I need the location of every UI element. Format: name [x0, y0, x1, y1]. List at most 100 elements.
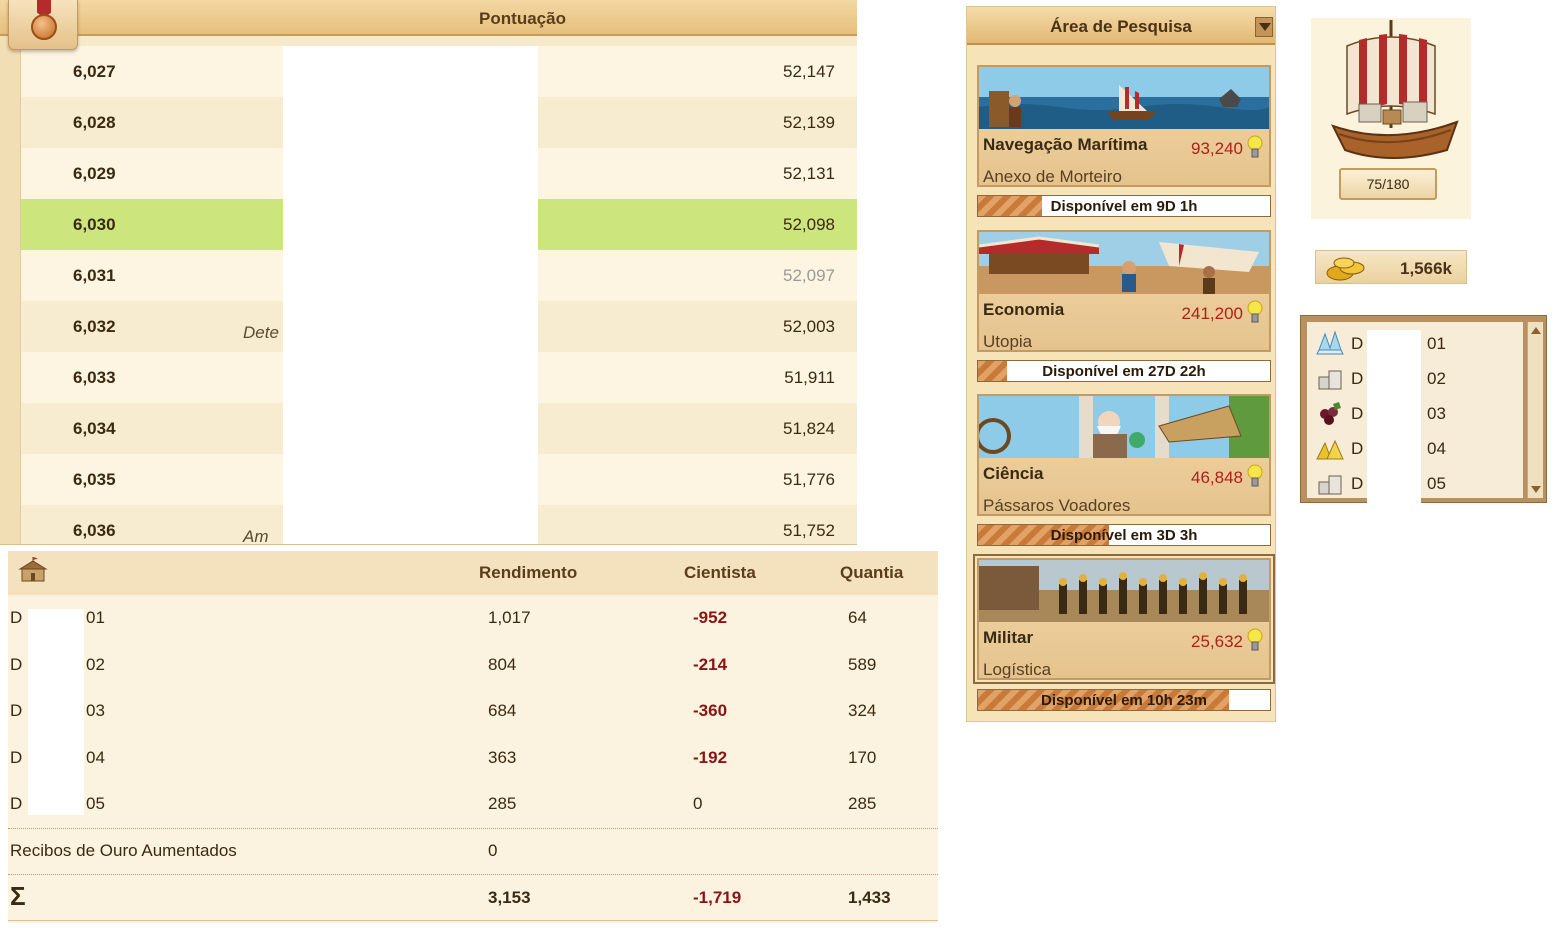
ranking-header: Pontuação: [0, 0, 857, 36]
wine-icon: [1320, 402, 1341, 425]
research-name: Militar: [983, 628, 1034, 647]
science-scene-image: [979, 396, 1269, 458]
rank-score: 51,824: [783, 419, 835, 438]
production-header: Rendimento Cientista Quantia: [8, 551, 938, 595]
rank-number: 6,028: [73, 113, 116, 132]
lightbulb-icon: [1247, 464, 1263, 487]
town-hall-icon: [18, 557, 48, 582]
research-target: Anexo de Morteiro: [983, 167, 1122, 186]
table-row: D 04 363 -192 170: [8, 735, 938, 781]
marble-icon: [1318, 370, 1342, 390]
resource-id: 05: [86, 794, 105, 813]
army-scene-image: [979, 560, 1269, 622]
resource-id: 01: [86, 608, 105, 627]
research-card[interactable]: Militar 25,632 Logística: [973, 554, 1275, 684]
resource-id: 04: [1427, 439, 1446, 458]
total-yield: 3,153: [488, 888, 531, 907]
scientist-value: -360: [693, 701, 728, 720]
rank-score: 52,131: [783, 164, 835, 183]
total-quantity: 1,433: [848, 888, 891, 907]
rank-score: 51,776: [783, 470, 835, 489]
table-row: D 05 285 0 285: [8, 781, 938, 827]
ranking-left-edge: [0, 36, 21, 544]
research-target: Pássaros Voadores: [983, 496, 1131, 515]
sigma-symbol: Σ: [10, 881, 26, 911]
resource-id: 03: [1427, 404, 1446, 423]
rank-number: 6,032: [73, 317, 116, 336]
research-title: Área de Pesquisa: [1050, 17, 1192, 36]
player-name[interactable]: Am: [243, 527, 269, 544]
resource-name: D: [10, 794, 23, 813]
rank-score: 51,911: [784, 368, 835, 387]
scientist-value: -214: [693, 654, 728, 674]
resources-scrollbar[interactable]: [1527, 322, 1543, 498]
availability-bar: Disponível em 9D 1h: [977, 195, 1271, 217]
resource-id: 05: [1427, 474, 1446, 493]
gold-value: 1,566k: [1400, 259, 1452, 278]
resource-id: 02: [86, 654, 105, 674]
resource-name: D: [10, 608, 23, 627]
totals-row: Σ 3,153 -1,719 1,433: [8, 875, 938, 921]
ranking-header-title: Pontuação: [479, 9, 566, 28]
research-name: Navegação Marítima: [983, 135, 1148, 154]
lightbulb-icon: [1247, 135, 1263, 158]
research-card[interactable]: Navegação Marítima 93,240 Anexo de Morteir…: [977, 65, 1271, 187]
rank-number: 6,033: [73, 368, 116, 387]
scientist-value: -192: [693, 747, 728, 767]
header-yield[interactable]: Rendimento: [479, 563, 577, 583]
research-cost: 241,200: [1181, 304, 1243, 323]
redacted-names-area: [283, 46, 538, 544]
medal-tab[interactable]: [8, 0, 78, 50]
rank-number: 6,029: [73, 164, 116, 183]
yield-value: 363: [488, 747, 517, 767]
redacted-names-area: [1367, 330, 1421, 506]
quantity-value: 285: [848, 794, 877, 813]
collapse-button[interactable]: [1255, 17, 1273, 37]
availability-text: Disponível em 9D 1h: [1050, 198, 1198, 215]
yield-value: 684: [488, 701, 517, 720]
yield-value: 804: [488, 654, 517, 674]
research-name: Economia: [983, 300, 1065, 319]
availability-text: Disponível em 3D 3h: [1050, 527, 1198, 544]
scroll-up-icon[interactable]: [1529, 324, 1543, 338]
availability-bar: Disponível em 10h 23m: [977, 689, 1271, 711]
research-card[interactable]: Ciência 46,848 Pássaros Voadores: [977, 394, 1271, 516]
resources-panel: D 01 D 02 D 03 D 04 D 05: [1300, 315, 1547, 506]
sea-scene-image: [979, 67, 1269, 129]
rank-number: 6,036: [73, 521, 116, 540]
research-header: Área de Pesquisa: [967, 7, 1275, 45]
resource-name: D: [1351, 369, 1364, 388]
quantity-value: 589: [848, 654, 877, 674]
quantity-value: 170: [848, 747, 877, 767]
market-scene-image: [979, 232, 1269, 294]
table-row: D 03 684 -360 324: [8, 688, 938, 734]
rank-score: 52,003: [783, 317, 835, 336]
table-row: D 01 1,017 -952 64: [8, 595, 938, 641]
rank-score: 52,147: [783, 62, 835, 81]
research-panel: Área de Pesquisa Navegação Marítima 93,24…: [966, 6, 1276, 722]
sulfur-icon: [1316, 439, 1344, 460]
gold-widget[interactable]: 1,566k: [1315, 250, 1467, 284]
gold-icon: [1326, 257, 1365, 281]
quantity-value: 324: [848, 701, 877, 720]
rank-score: 52,098: [783, 215, 835, 234]
research-cost: 93,240: [1191, 139, 1243, 158]
bonus-row: Recibos de Ouro Aumentados 0: [8, 828, 938, 874]
crystal-icon: [1316, 330, 1344, 355]
cargo-ship-widget[interactable]: 75/180: [1311, 18, 1471, 219]
header-quantity[interactable]: Quantia: [840, 563, 903, 583]
rank-number: 6,030: [73, 215, 116, 234]
resource-name: D: [1351, 474, 1364, 493]
research-cost: 46,848: [1191, 468, 1243, 487]
availability-text: Disponível em 10h 23m: [1041, 692, 1207, 709]
research-card[interactable]: Economia 241,200 Utopia: [977, 230, 1271, 352]
player-name[interactable]: Dete: [243, 323, 279, 343]
scientist-value: -952: [693, 608, 728, 627]
rank-number: 6,031: [73, 266, 116, 285]
bonus-label: Recibos de Ouro Aumentados: [10, 841, 237, 860]
resource-name: D: [1351, 334, 1364, 353]
ship-capacity: 75/180: [1366, 176, 1410, 192]
header-scientist[interactable]: Cientista: [684, 563, 756, 583]
divider: [8, 920, 938, 921]
scroll-down-icon[interactable]: [1529, 482, 1543, 496]
